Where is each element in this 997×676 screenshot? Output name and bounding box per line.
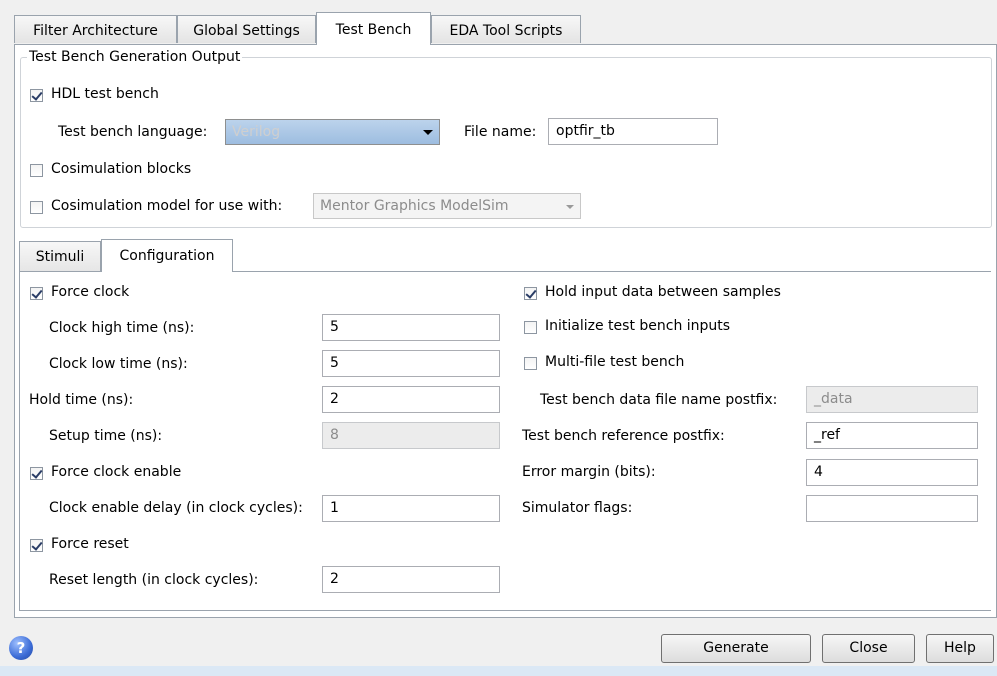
- force-clock-checkbox[interactable]: [30, 287, 43, 300]
- chevron-down-icon: [423, 130, 433, 135]
- close-button[interactable]: Close: [822, 634, 915, 663]
- error-margin-input[interactable]: 4: [806, 459, 978, 486]
- force-clock-enable-label: Force clock enable: [51, 464, 182, 480]
- cosim-model-label: Cosimulation model for use with:: [51, 198, 283, 214]
- reset-length-label: Reset length (in clock cycles):: [49, 572, 259, 588]
- clock-enable-delay-label: Clock enable delay (in clock cycles):: [49, 500, 303, 516]
- file-name-input[interactable]: optfir_tb: [548, 118, 718, 145]
- init-inputs-label: Initialize test bench inputs: [545, 318, 731, 334]
- tab-filter-architecture[interactable]: Filter Architecture: [14, 15, 177, 43]
- help-icon[interactable]: ?: [9, 636, 33, 660]
- clock-low-label: Clock low time (ns):: [49, 356, 188, 372]
- force-clock-enable-checkbox[interactable]: [30, 467, 43, 480]
- ref-postfix-input[interactable]: _ref: [806, 422, 978, 449]
- hdl-test-bench-label: HDL test bench: [51, 86, 159, 102]
- error-margin-label: Error margin (bits):: [522, 464, 656, 480]
- language-select[interactable]: Verilog: [225, 119, 440, 145]
- force-reset-checkbox[interactable]: [30, 539, 43, 552]
- tab-eda-tool-scripts[interactable]: EDA Tool Scripts: [431, 15, 581, 43]
- data-postfix-input[interactable]: _data: [806, 386, 978, 413]
- reset-length-input[interactable]: 2: [322, 566, 500, 593]
- init-inputs-checkbox[interactable]: [524, 321, 537, 334]
- hdl-test-bench-checkbox[interactable]: [30, 89, 43, 102]
- force-clock-label: Force clock: [51, 284, 130, 300]
- cosim-blocks-checkbox[interactable]: [30, 164, 43, 177]
- multi-file-label: Multi-file test bench: [545, 354, 685, 370]
- simulator-flags-label: Simulator flags:: [522, 500, 633, 516]
- language-value: Verilog: [232, 124, 281, 140]
- chevron-down-icon: [566, 205, 574, 209]
- tab-global-settings[interactable]: Global Settings: [177, 15, 316, 43]
- help-button[interactable]: Help: [926, 634, 994, 663]
- simulator-flags-input[interactable]: [806, 495, 978, 522]
- clock-low-input[interactable]: 5: [322, 350, 500, 377]
- cosim-blocks-label: Cosimulation blocks: [51, 161, 192, 177]
- force-reset-label: Force reset: [51, 536, 129, 552]
- hold-time-label: Hold time (ns):: [29, 392, 134, 408]
- ref-postfix-label: Test bench reference postfix:: [522, 428, 725, 444]
- multi-file-checkbox[interactable]: [524, 357, 537, 370]
- tab-stimuli[interactable]: Stimuli: [19, 241, 101, 271]
- setup-time-label: Setup time (ns):: [49, 428, 163, 444]
- clock-high-input[interactable]: 5: [322, 314, 500, 341]
- generate-button[interactable]: Generate: [661, 634, 811, 663]
- data-postfix-label: Test bench data file name postfix:: [540, 392, 778, 408]
- cosim-tool-select[interactable]: Mentor Graphics ModelSim: [313, 193, 581, 219]
- cosim-model-checkbox[interactable]: [30, 201, 43, 214]
- language-label: Test bench language:: [58, 124, 208, 140]
- group-title: Test Bench Generation Output: [27, 49, 243, 65]
- file-name-label: File name:: [464, 124, 537, 140]
- hold-input-checkbox[interactable]: [524, 287, 537, 300]
- tab-configuration[interactable]: Configuration: [101, 239, 233, 272]
- hold-input-label: Hold input data between samples: [545, 284, 781, 300]
- clock-enable-delay-input[interactable]: 1: [322, 495, 500, 522]
- tab-test-bench[interactable]: Test Bench: [316, 12, 431, 45]
- hold-time-input[interactable]: 2: [322, 386, 500, 413]
- bottom-strip: [0, 666, 997, 676]
- setup-time-input[interactable]: 8: [322, 422, 500, 449]
- cosim-tool-value: Mentor Graphics ModelSim: [320, 198, 509, 214]
- clock-high-label: Clock high time (ns):: [49, 320, 195, 336]
